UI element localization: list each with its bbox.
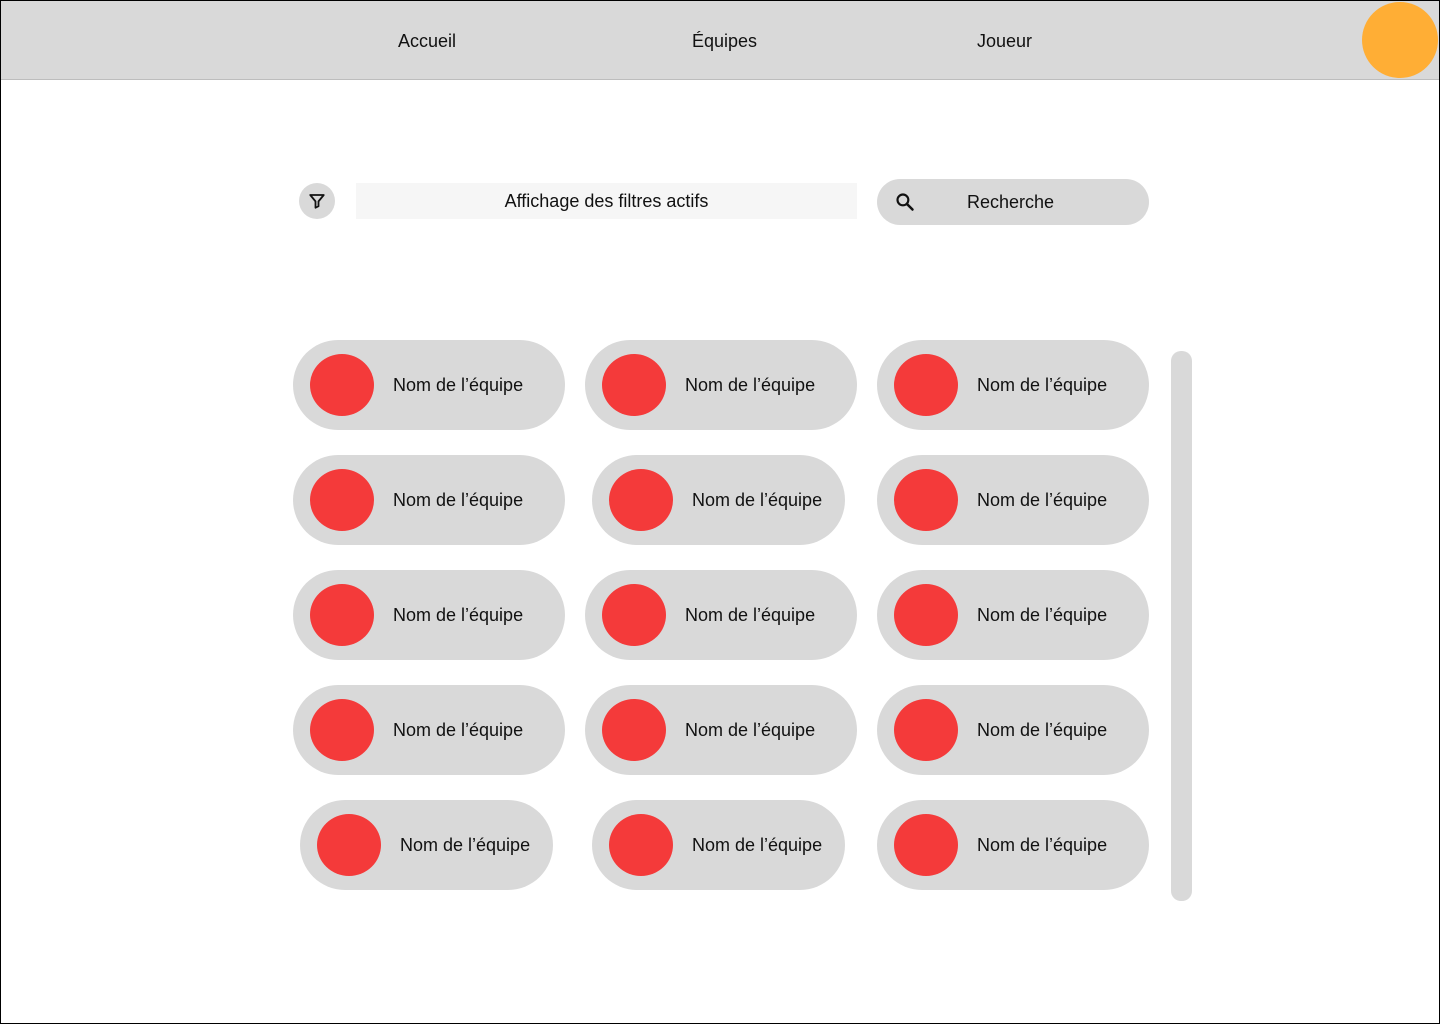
team-logo	[894, 699, 958, 761]
team-logo	[310, 354, 374, 416]
team-logo	[602, 699, 666, 761]
team-card[interactable]: Nom de l’équipe	[877, 800, 1149, 890]
filter-icon	[309, 194, 325, 209]
team-card[interactable]: Nom de l’équipe	[592, 800, 845, 890]
team-name: Nom de l’équipe	[685, 720, 816, 740]
team-card[interactable]: Nom de l’équipe	[293, 570, 565, 660]
team-name: Nom de l’équipe	[977, 605, 1108, 625]
team-name: Nom de l’équipe	[977, 720, 1108, 740]
page-frame: Accueil Équipes Joueur Affichage des fil…	[0, 0, 1440, 1024]
team-card[interactable]: Nom de l’équipe	[585, 570, 857, 660]
team-logo	[310, 584, 374, 646]
team-logo	[609, 469, 673, 531]
top-navbar: Accueil Équipes Joueur	[1, 1, 1439, 80]
team-name: Nom de l’équipe	[692, 835, 823, 855]
nav-link-joueur[interactable]: Joueur	[977, 29, 1032, 53]
team-card[interactable]: Nom de l’équipe	[877, 570, 1149, 660]
team-name: Nom de l’équipe	[393, 375, 524, 395]
team-name: Nom de l’équipe	[977, 375, 1108, 395]
team-name: Nom de l’équipe	[692, 490, 823, 510]
team-name: Nom de l’équipe	[685, 605, 816, 625]
team-logo	[894, 814, 958, 876]
team-name: Nom de l’équipe	[393, 490, 524, 510]
team-card[interactable]: Nom de l’équipe	[585, 685, 857, 775]
team-name: Nom de l’équipe	[977, 490, 1108, 510]
team-card[interactable]: Nom de l’équipe	[877, 455, 1149, 545]
team-card[interactable]: Nom de l’équipe	[585, 340, 857, 430]
active-filters-display: Affichage des filtres actifs	[356, 183, 857, 219]
team-card[interactable]: Nom de l’équipe	[877, 685, 1149, 775]
team-card[interactable]: Nom de l’équipe	[293, 685, 565, 775]
team-name: Nom de l’équipe	[685, 375, 816, 395]
team-list-scrollbar[interactable]	[1171, 351, 1192, 901]
team-logo	[894, 584, 958, 646]
team-logo	[310, 699, 374, 761]
team-logo	[894, 354, 958, 416]
team-card[interactable]: Nom de l’équipe	[293, 455, 565, 545]
team-card[interactable]: Nom de l’équipe	[877, 340, 1149, 430]
team-logo	[609, 814, 673, 876]
search-placeholder: Recherche	[967, 192, 1055, 212]
team-name: Nom de l’équipe	[400, 835, 531, 855]
team-name: Nom de l’équipe	[393, 720, 524, 740]
team-logo	[602, 354, 666, 416]
team-logo	[602, 584, 666, 646]
filter-button[interactable]	[299, 183, 335, 219]
search-input[interactable]: Recherche	[877, 179, 1149, 225]
search-icon	[896, 193, 914, 211]
team-name: Nom de l’équipe	[393, 605, 524, 625]
user-avatar[interactable]	[1362, 2, 1438, 78]
nav-link-accueil[interactable]: Accueil	[398, 29, 456, 53]
team-card[interactable]: Nom de l’équipe	[592, 455, 845, 545]
team-name: Nom de l’équipe	[977, 835, 1108, 855]
nav-link-equipes[interactable]: Équipes	[692, 29, 757, 53]
team-logo	[310, 469, 374, 531]
team-card[interactable]: Nom de l’équipe	[293, 340, 565, 430]
team-logo	[317, 814, 381, 876]
team-card[interactable]: Nom de l’équipe	[300, 800, 553, 890]
team-logo	[894, 469, 958, 531]
